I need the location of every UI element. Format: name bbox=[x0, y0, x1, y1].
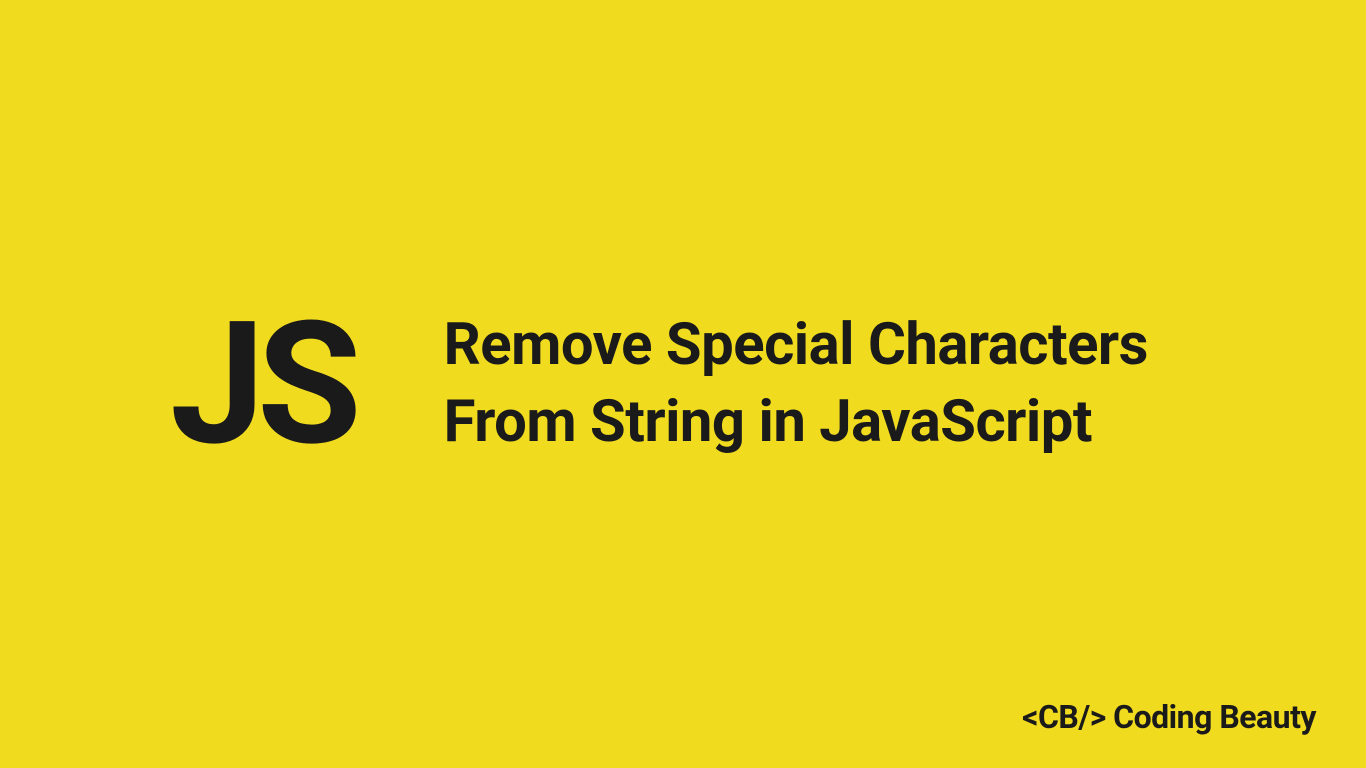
js-badge: JS bbox=[170, 299, 354, 469]
brand-name: Coding Beauty bbox=[1113, 698, 1316, 736]
brand-tag: <CB/> bbox=[1022, 698, 1106, 736]
brand-footer: <CB/> Coding Beauty bbox=[1022, 698, 1316, 736]
article-title: Remove Special Characters From String in… bbox=[444, 307, 1196, 460]
hero-content: JS Remove Special Characters From String… bbox=[0, 299, 1366, 469]
